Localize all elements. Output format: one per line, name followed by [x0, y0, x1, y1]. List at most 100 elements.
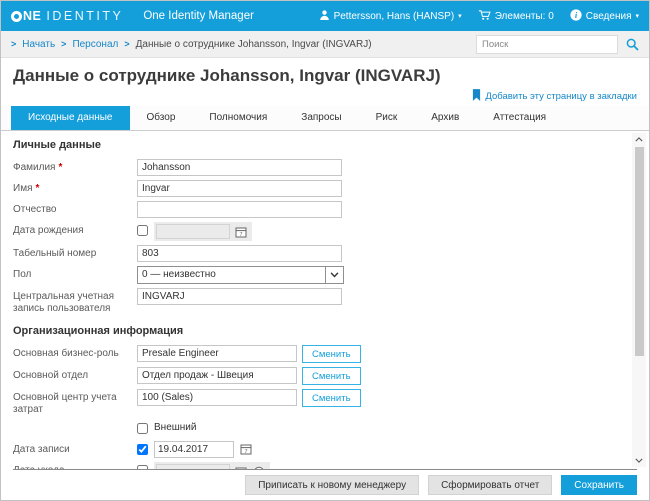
scrollbar	[632, 133, 646, 467]
field-label: Пол	[13, 269, 32, 280]
breadcrumb-separator: >	[11, 39, 17, 49]
birthdate-checkbox[interactable]	[137, 225, 148, 236]
form-row: Дата рождения 7	[13, 222, 619, 241]
svg-text:7: 7	[239, 232, 242, 238]
title-section: Данные о сотруднике Johansson, Ingvar (I…	[1, 58, 649, 106]
logo-text-identity: IDENTITY	[46, 9, 124, 23]
tab-requests[interactable]: Запросы	[284, 106, 358, 130]
tab-bar: Исходные данные Обзор Полномочия Запросы…	[1, 106, 649, 131]
tab-history[interactable]: Архив	[414, 106, 476, 130]
leaving-date-input[interactable]	[156, 464, 230, 469]
scrollbar-thumb[interactable]	[634, 147, 644, 357]
section-personal-data: Личные данные	[13, 139, 101, 151]
generate-report-button[interactable]: Сформировать отчет	[428, 475, 553, 495]
save-button[interactable]: Сохранить	[561, 475, 637, 495]
calendar-icon[interactable]: 7	[233, 464, 248, 469]
assign-manager-button[interactable]: Приписать к новому менеджеру	[245, 475, 420, 495]
logo-o-icon	[11, 10, 22, 22]
cart-menu[interactable]: Элементы: 0	[478, 9, 554, 24]
breadcrumb-separator: >	[124, 39, 130, 49]
search-input[interactable]	[476, 34, 618, 54]
one-identity-logo: NE IDENTITY One Identity Manager	[11, 9, 254, 23]
section-org-info: Организационная информация	[13, 325, 184, 337]
user-menu[interactable]: Pettersson, Hans (HANSP) ▾	[319, 9, 462, 24]
field-label: Имя *	[13, 183, 40, 194]
scrollbar-down-button[interactable]	[632, 454, 646, 467]
business-role-input[interactable]	[137, 345, 297, 362]
info-menu-label: Сведения	[585, 10, 632, 22]
form-row: Пол 0 — неизвестно	[13, 266, 619, 284]
page-title: Данные о сотруднике Johansson, Ingvar (I…	[13, 66, 441, 85]
info-menu[interactable]: i Сведения ▾	[570, 8, 639, 24]
bookmark-link[interactable]: Добавить эту страницу в закладки	[13, 89, 637, 104]
entry-date-input[interactable]	[154, 441, 234, 458]
business-role-change-button[interactable]: Сменить	[302, 345, 361, 363]
bookmark-link-label: Добавить эту страницу в закладки	[485, 91, 637, 102]
app-window: NE IDENTITY One Identity Manager Petters…	[0, 0, 650, 501]
form-row: Дата записи 7	[13, 441, 619, 458]
cart-icon	[478, 9, 491, 24]
calendar-icon[interactable]: 7	[233, 224, 248, 239]
form-row: Табельный номер	[13, 245, 619, 262]
form-row: Отчество	[13, 201, 619, 218]
topbar: NE IDENTITY One Identity Manager Petters…	[1, 1, 649, 31]
form-row: Имя *	[13, 180, 619, 197]
logo-text-one: NE	[23, 9, 42, 23]
breadcrumb-link-personnel[interactable]: Персонал	[72, 39, 118, 50]
field-label: Основной центр учета затрат	[13, 392, 117, 415]
cost-center-input[interactable]	[137, 389, 297, 406]
person-icon	[319, 9, 330, 24]
scrollbar-track[interactable]	[634, 146, 644, 454]
bookmark-icon	[472, 89, 481, 104]
form-content: Личные данные Фамилия* Имя* Отчество Дат…	[1, 131, 649, 469]
form-row: Внешний	[13, 420, 619, 437]
field-label: Дата рождения	[13, 225, 84, 236]
form-row: Центральная учетная запись пользователя	[13, 288, 619, 315]
topbar-menu: Pettersson, Hans (HANSP) ▾ Элементы: 0 i…	[319, 8, 639, 24]
department-input[interactable]	[137, 367, 297, 384]
action-bar: Приписать к новому менеджеру Сформироват…	[13, 469, 637, 500]
birthdate-input[interactable]	[156, 224, 230, 239]
field-label: Дата ухода	[13, 462, 137, 469]
field-label: Основная бизнес-роль	[13, 348, 119, 359]
user-menu-label: Pettersson, Hans (HANSP)	[333, 10, 455, 22]
search-icon[interactable]	[626, 38, 639, 51]
leaving-date-checkbox[interactable]	[137, 465, 148, 469]
cost-center-change-button[interactable]: Сменить	[302, 389, 361, 407]
birthdate-field-group: 7	[154, 222, 252, 241]
required-marker: *	[58, 162, 63, 173]
app-title: One Identity Manager	[143, 10, 254, 22]
breadcrumb-link-home[interactable]: Начать	[22, 39, 55, 50]
entry-date-checkbox[interactable]	[137, 444, 148, 455]
breadcrumb-current: Данные о сотруднике Johansson, Ingvar (I…	[135, 38, 372, 50]
department-change-button[interactable]: Сменить	[302, 367, 361, 385]
field-label: Дата записи	[13, 444, 70, 455]
external-checkbox-label: Внешний	[154, 422, 197, 433]
field-label: Центральная учетная запись пользователя	[13, 291, 115, 314]
chevron-down-icon	[325, 267, 343, 283]
form-row: Основной центр учета затрат Сменить	[13, 389, 619, 416]
field-label: Табельный номер	[13, 248, 97, 259]
field-label: Отчество	[13, 204, 57, 215]
svg-text:7: 7	[244, 449, 247, 455]
calendar-icon[interactable]: 7	[238, 441, 253, 456]
gender-select[interactable]: 0 — неизвестно	[137, 266, 344, 284]
chevron-down-icon: ▾	[635, 12, 639, 20]
tab-entitlements[interactable]: Полномочия	[192, 106, 284, 130]
tab-master-data[interactable]: Исходные данные	[11, 106, 130, 130]
tab-attestation[interactable]: Аттестация	[476, 106, 563, 130]
clock-icon[interactable]	[251, 464, 266, 469]
lastname-input[interactable]	[137, 159, 342, 176]
middlename-input[interactable]	[137, 201, 342, 218]
scrollbar-up-button[interactable]	[632, 133, 646, 146]
breadcrumb-separator: >	[61, 39, 67, 49]
firstname-input[interactable]	[137, 180, 342, 197]
tab-risk[interactable]: Риск	[359, 106, 415, 130]
external-checkbox[interactable]	[137, 423, 148, 434]
info-icon: i	[570, 8, 582, 24]
field-label	[13, 420, 137, 423]
central-account-input[interactable]	[137, 288, 342, 305]
form-row: Дата ухода 7	[13, 462, 619, 469]
tab-overview[interactable]: Обзор	[130, 106, 193, 130]
personnel-number-input[interactable]	[137, 245, 342, 262]
